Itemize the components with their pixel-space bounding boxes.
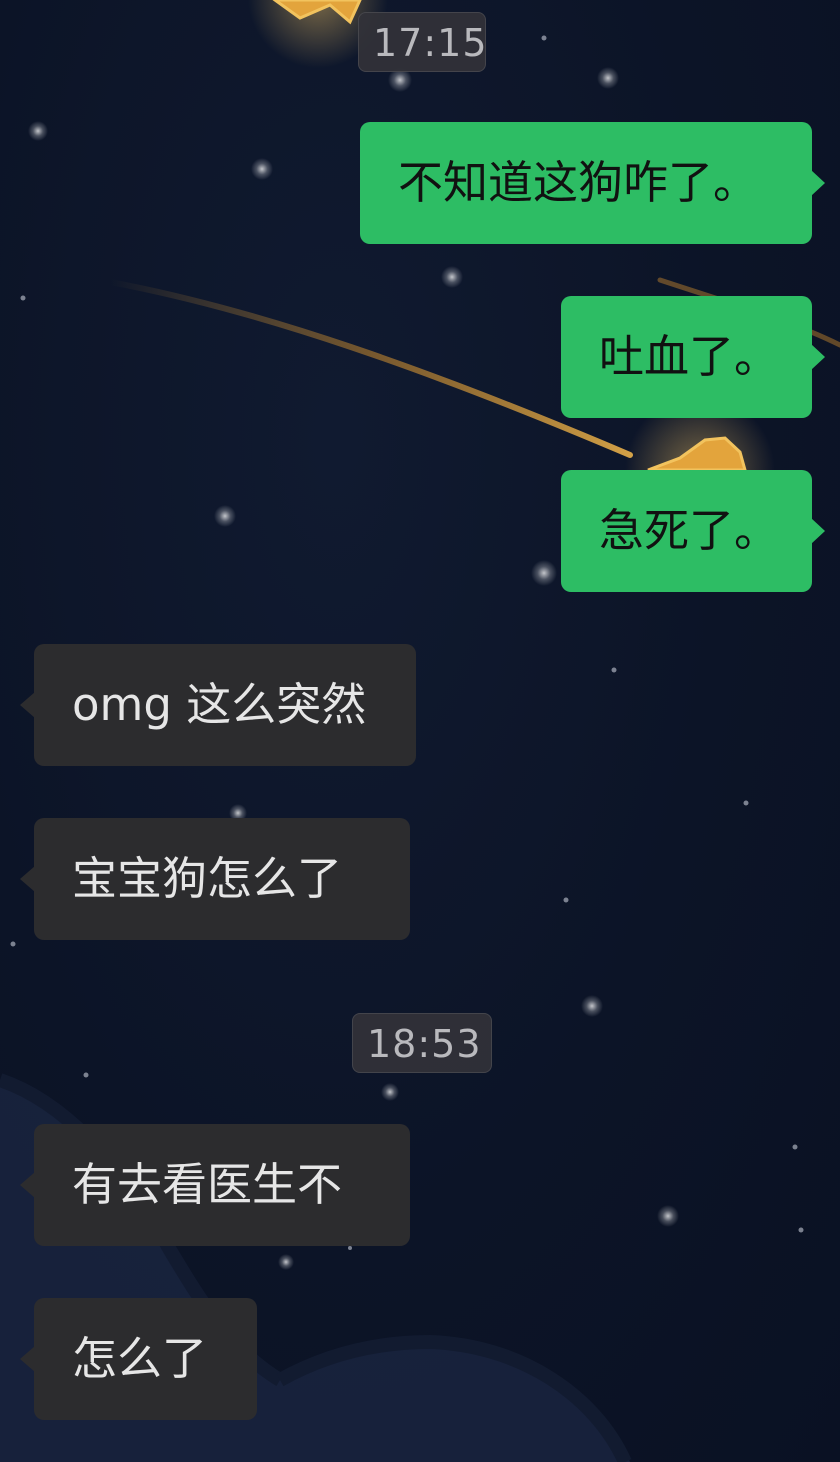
incoming-message-bubble[interactable]: 有去看医生不 [20, 1124, 410, 1246]
chat-thread: 17:15 不知道这狗咋了。 吐血了。 急死了。 omg 这么突然 宝宝狗怎么了… [0, 0, 840, 1462]
outgoing-message-bubble[interactable]: 不知道这狗咋了。 [360, 122, 825, 244]
incoming-message-bubble[interactable]: omg 这么突然 [20, 644, 416, 766]
outgoing-message-bubble[interactable]: 急死了。 [561, 470, 825, 592]
incoming-message-bubble[interactable]: 怎么了 [20, 1298, 257, 1420]
timestamp: 18:53 [352, 1013, 492, 1073]
incoming-message-bubble[interactable]: 宝宝狗怎么了 [20, 818, 410, 940]
outgoing-message-bubble[interactable]: 吐血了。 [561, 296, 825, 418]
timestamp: 17:15 [358, 12, 487, 72]
